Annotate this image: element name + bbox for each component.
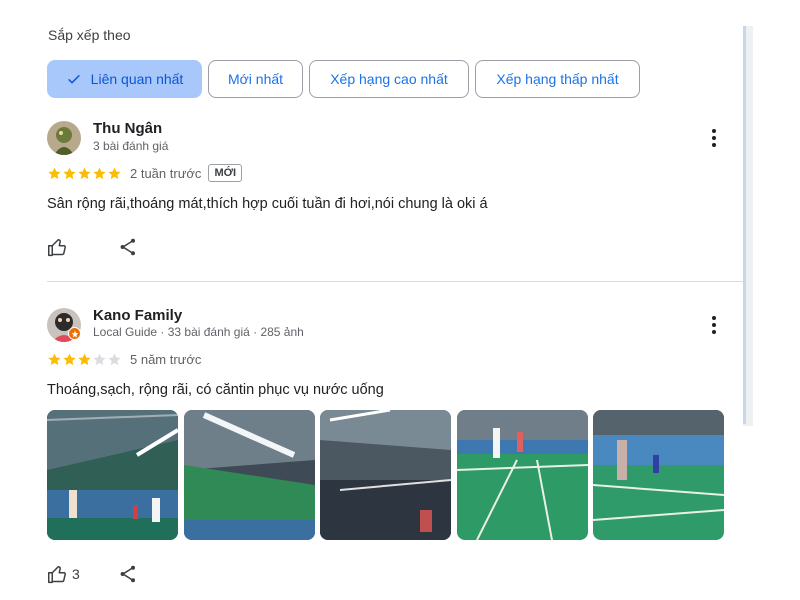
more-vert-icon[interactable] [706,314,722,336]
sort-chips: Liên quan nhất Mới nhất Xếp hạng cao nhấ… [47,60,646,98]
review-photos [47,410,730,540]
star-icon [48,167,61,179]
review-photo[interactable] [593,410,724,540]
sort-label: Sắp xếp theo [48,27,131,43]
sort-chip-newest[interactable]: Mới nhất [208,60,303,98]
star-icon [63,353,76,365]
review-photo[interactable] [183,410,315,540]
thumb-up-icon [48,565,66,583]
sort-chip-label: Liên quan nhất [90,71,184,87]
review-photo[interactable] [456,410,588,540]
like-button[interactable]: 3 [47,564,80,585]
star-icon [108,167,121,179]
sort-chip-relevant[interactable]: Liên quan nhất [47,60,202,98]
like-count: 3 [72,566,80,582]
review-actions: 3 [47,562,138,586]
review-divider [47,281,744,282]
reviewer-name[interactable]: Thu Ngân [93,120,162,137]
check-icon [67,74,80,84]
rating-row: 5 năm trước [47,350,201,368]
scrollbar-thumb[interactable] [743,26,746,424]
sort-chip-label: Xếp hạng cao nhất [330,71,448,87]
rating-row: 2 tuần trước MỚI [47,164,243,182]
share-icon[interactable] [118,564,138,584]
share-icon[interactable] [118,237,138,257]
reviewer-name[interactable]: Kano Family [93,307,182,324]
review-actions [47,235,138,259]
star-icon [78,167,91,179]
review-text: Thoáng,sạch, rộng rãi, có căntin phục vụ… [47,382,384,398]
review-photo[interactable] [320,410,451,540]
more-vert-icon[interactable] [706,127,722,149]
local-guide-icon [68,327,81,340]
review-time: 2 tuần trước [130,165,202,181]
review-time: 5 năm trước [130,351,202,367]
star-rating [47,166,122,181]
star-icon [78,353,91,365]
avatar[interactable] [47,121,81,155]
review-photo[interactable] [47,410,178,540]
reviewer-meta: 3 bài đánh giá [93,139,169,153]
sort-chip-highest[interactable]: Xếp hạng cao nhất [309,60,469,98]
star-rating [47,352,122,367]
reviews-panel: Sắp xếp theo Liên quan nhất Mới nhất Xếp… [0,0,760,600]
reviewer-meta: Local Guide · 33 bài đánh giá · 285 ảnh [93,325,304,339]
sort-chip-label: Mới nhất [227,71,284,87]
thumb-up-icon [48,238,66,256]
sort-chip-lowest[interactable]: Xếp hạng thấp nhất [475,60,640,98]
star-icon [108,353,121,365]
like-button[interactable] [47,237,72,258]
star-icon [93,353,106,365]
new-badge: MỚI [208,164,243,182]
star-icon [93,167,106,179]
sort-chip-label: Xếp hạng thấp nhất [496,71,619,87]
star-icon [48,353,61,365]
star-icon [63,167,76,179]
review-text: Sân rộng rãi,thoáng mát,thích hợp cuối t… [47,196,488,212]
